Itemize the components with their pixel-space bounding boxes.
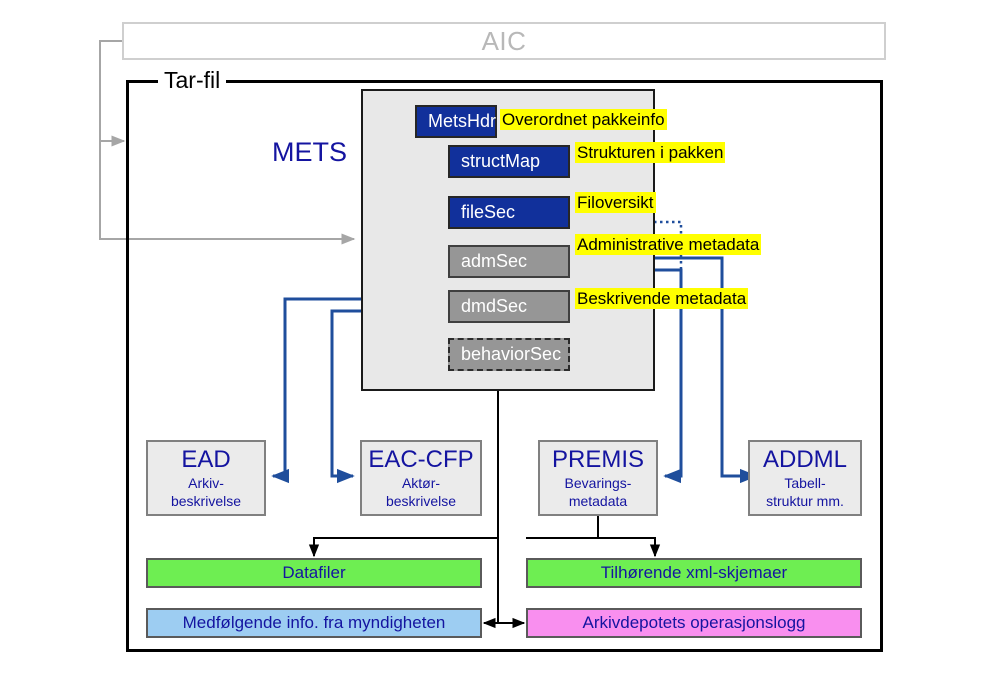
mets-section-structmap-label: structMap xyxy=(461,151,541,171)
mets-section-admsec-label: admSec xyxy=(461,251,528,271)
caption-metshdr: Overordnet pakkeinfo xyxy=(500,109,667,130)
bar-medfolgende-info[interactable]: Medfølgende info. fra myndigheten xyxy=(146,608,482,638)
format-box-eac-cfp[interactable]: EAC-CFP Aktør- beskrivelse xyxy=(360,440,482,516)
format-box-addml-sub2: struktur mm. xyxy=(766,493,844,509)
caption-structmap: Strukturen i pakken xyxy=(575,142,726,163)
caption-admsec: Administrative metadata xyxy=(575,234,762,255)
mets-section-metshdr-label: MetsHdr xyxy=(428,111,497,131)
format-box-ead-title: EAD xyxy=(181,446,231,473)
format-box-ead-sub1: Arkiv- xyxy=(188,475,224,491)
format-box-addml[interactable]: ADDML Tabell- struktur mm. xyxy=(748,440,862,516)
mets-label: METS xyxy=(272,137,348,167)
bar-operasjonslogg-label: Arkivdepotets operasjonslogg xyxy=(582,613,806,632)
bar-xml-skjemaer[interactable]: Tilhørende xml-skjemaer xyxy=(526,558,862,588)
bar-medfolgende-info-label: Medfølgende info. fra myndigheten xyxy=(182,613,446,632)
format-box-eac-cfp-title: EAC-CFP xyxy=(368,446,474,473)
mets-section-filesec-label: fileSec xyxy=(461,202,516,222)
mets-section-dmdsec-label: dmdSec xyxy=(461,296,528,316)
caption-filesec: Filoversikt xyxy=(575,192,656,213)
mets-section-structmap[interactable]: structMap xyxy=(448,145,570,178)
mets-section-behaviorsec[interactable]: behaviorSec xyxy=(448,338,570,371)
mets-section-filesec[interactable]: fileSec xyxy=(448,196,570,229)
format-box-addml-title: ADDML xyxy=(762,446,847,473)
bar-operasjonslogg[interactable]: Arkivdepotets operasjonslogg xyxy=(526,608,862,638)
format-box-addml-sub1: Tabell- xyxy=(784,475,826,491)
mets-section-metshdr[interactable]: MetsHdr xyxy=(415,105,497,138)
format-box-premis-sub2: metadata xyxy=(568,493,628,509)
format-box-ead-sub2: beskrivelse xyxy=(170,493,242,509)
mets-section-behaviorsec-label: behaviorSec xyxy=(461,344,562,364)
format-box-eac-cfp-sub1: Aktør- xyxy=(401,475,441,491)
diagram-canvas: AIC Tar-fil METS MetsHdr Overordnet pakk… xyxy=(0,0,1008,678)
mets-section-admsec[interactable]: admSec xyxy=(448,245,570,278)
caption-dmdsec: Beskrivende metadata xyxy=(575,288,749,309)
bar-datafiler[interactable]: Datafiler xyxy=(146,558,482,588)
aic-label: AIC xyxy=(481,25,527,56)
format-box-premis[interactable]: PREMIS Bevarings- metadata xyxy=(538,440,658,516)
bar-xml-skjemaer-label: Tilhørende xml-skjemaer xyxy=(600,563,788,582)
tarfil-label: Tar-fil xyxy=(158,67,227,93)
mets-section-dmdsec[interactable]: dmdSec xyxy=(448,290,570,323)
format-box-eac-cfp-sub2: beskrivelse xyxy=(385,493,457,509)
bar-datafiler-label: Datafiler xyxy=(282,563,346,582)
format-box-ead[interactable]: EAD Arkiv- beskrivelse xyxy=(146,440,266,516)
format-box-premis-title: PREMIS xyxy=(551,446,644,473)
format-box-premis-sub1: Bevarings- xyxy=(564,475,632,491)
